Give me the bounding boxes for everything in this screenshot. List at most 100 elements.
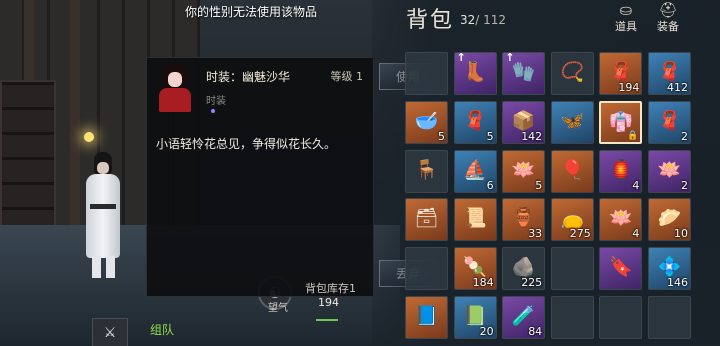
seal-icon: 📗 bbox=[463, 305, 487, 327]
bag-slot[interactable]: 🥣 5 bbox=[405, 100, 448, 144]
bag-slot[interactable] bbox=[599, 296, 643, 339]
item-description: 小语轻怜花总见，争得似花长久。 bbox=[156, 137, 337, 151]
stock-label: 背包库存1 bbox=[305, 282, 356, 295]
bag-slot[interactable]: 🧣 194 bbox=[599, 52, 643, 95]
cloth-icon: 🧣 bbox=[657, 109, 682, 132]
tab-equipment-label: 装备 bbox=[657, 20, 679, 33]
chair-icon: 🪑 bbox=[414, 158, 439, 181]
item-portrait-icon bbox=[155, 64, 195, 112]
bag-slot[interactable]: 👢 ↑ bbox=[453, 52, 497, 95]
slot-count: 142 bbox=[521, 129, 543, 143]
box-icon: 🗃 bbox=[414, 207, 439, 230]
lotus-icon: 🪷 bbox=[657, 158, 682, 181]
slot-count: 5 bbox=[535, 178, 543, 192]
bag-slot[interactable] bbox=[405, 247, 448, 291]
bag-slot[interactable]: 🧣 5 bbox=[453, 100, 497, 144]
helmet-icon: ⛑ bbox=[658, 1, 678, 19]
bag-slot[interactable]: 📿 bbox=[550, 52, 594, 95]
slot-count: 275 bbox=[569, 227, 591, 241]
bag-slot[interactable]: 🧣 2 bbox=[648, 100, 691, 144]
bag-capacity: 32/ 112 bbox=[460, 13, 506, 27]
slot-count: 2 bbox=[681, 178, 688, 192]
upgrade-arrow-icon: ↑ bbox=[456, 52, 466, 64]
necklace-icon: 📿 bbox=[560, 61, 585, 83]
bag-slot[interactable]: 🧣 412 bbox=[648, 52, 691, 95]
bag-slot[interactable]: 📗 20 bbox=[453, 296, 497, 339]
bag-slot[interactable]: 🧪 84 bbox=[502, 296, 546, 339]
bag-slot[interactable]: 🏮 4 bbox=[599, 149, 643, 193]
wooden-cabinet bbox=[0, 80, 56, 234]
bottle-icon: 🧪 bbox=[511, 305, 536, 327]
tab-items-label: 道具 bbox=[615, 20, 637, 33]
slot-count: 5 bbox=[438, 129, 445, 143]
team-icon[interactable]: ⚔ bbox=[92, 318, 128, 346]
bag-slot[interactable]: 🪑 bbox=[405, 149, 448, 193]
slot-count: 184 bbox=[472, 276, 494, 290]
bag-slot[interactable]: 🦋 bbox=[550, 100, 594, 144]
slot-count: 194 bbox=[618, 81, 640, 94]
tab-items[interactable]: ⛀ 道具 bbox=[609, 2, 643, 36]
slot-count: 84 bbox=[528, 325, 543, 338]
bag-slot[interactable]: 📜 bbox=[453, 198, 497, 242]
slot-count: 33 bbox=[528, 227, 543, 241]
bag-slot[interactable] bbox=[550, 247, 594, 291]
bag-slot[interactable] bbox=[648, 296, 691, 339]
bound-icon: 🔒 bbox=[627, 130, 639, 141]
slot-count: 4 bbox=[632, 227, 640, 241]
bag-slot[interactable]: 👝 275 bbox=[550, 198, 594, 242]
vase-icon: 🏺 bbox=[511, 207, 536, 230]
upgrade-arrow-icon: ↑ bbox=[505, 52, 515, 64]
bag-slot[interactable]: 🎈 bbox=[550, 149, 594, 193]
bag-slot[interactable]: 👘 🔒 bbox=[599, 100, 643, 144]
bag-slot[interactable]: 💠 146 bbox=[648, 247, 691, 291]
lotus-icon: 🪷 bbox=[609, 207, 633, 230]
item-tooltip: 时装：幽魅沙华 等级 1 时装 小语轻怜花总见，争得似花长久。 背包库存1 bbox=[146, 57, 374, 297]
cloth-icon: 🧣 bbox=[609, 61, 633, 83]
jade-icon: 💠 bbox=[657, 256, 682, 279]
slot-count: 146 bbox=[667, 276, 688, 290]
bag-slot[interactable]: 🥟 10 bbox=[648, 198, 691, 242]
bag-slot[interactable]: 🧤 ↑ bbox=[502, 52, 546, 95]
lotus-icon: 🪷 bbox=[511, 158, 536, 181]
food-icon: 🍡 bbox=[463, 256, 487, 279]
portrait-icon: 👘 bbox=[609, 110, 633, 133]
lantern-table-icon: 🏮 bbox=[609, 158, 633, 181]
cloth-icon: 🧣 bbox=[463, 109, 487, 132]
bag-slot[interactable] bbox=[550, 296, 594, 339]
bag-slot[interactable]: 🪷 4 bbox=[599, 198, 643, 242]
bag-slot[interactable]: ⛵ 6 bbox=[453, 149, 497, 193]
bag-slot[interactable]: 📦 142 bbox=[502, 100, 546, 144]
balloon-icon: 🎈 bbox=[560, 158, 585, 181]
talisman-icon: 🔖 bbox=[609, 256, 633, 279]
bag-slot[interactable]: 🔖 bbox=[599, 247, 643, 291]
tab-equipment[interactable]: ⛑ 装备 bbox=[651, 2, 685, 36]
slot-count: 4 bbox=[632, 178, 640, 192]
slot-count: 20 bbox=[479, 325, 494, 338]
item-name: 时装：幽魅沙华 bbox=[206, 70, 291, 84]
slot-count: 412 bbox=[667, 81, 688, 94]
qi-label: 望气 bbox=[268, 303, 288, 314]
butterfly-icon: 🦋 bbox=[560, 109, 585, 132]
bag-max: / 112 bbox=[475, 13, 507, 27]
team-label[interactable]: 组队 bbox=[150, 321, 174, 338]
bowl-icon: 🥣 bbox=[414, 109, 439, 132]
item-level: 等级 1 bbox=[330, 70, 364, 83]
bag-slot[interactable]: 🍡 184 bbox=[453, 247, 497, 291]
bag-slot[interactable]: 📘 bbox=[405, 296, 448, 339]
slot-count: 5 bbox=[486, 129, 494, 143]
stock-value: 194 bbox=[318, 296, 339, 309]
slot-count: 225 bbox=[521, 276, 543, 290]
bag-slot[interactable] bbox=[405, 52, 448, 95]
bag-slot[interactable]: 🗃 bbox=[405, 198, 448, 242]
bag-slot[interactable]: 🪨 225 bbox=[502, 247, 546, 291]
bag-slot[interactable]: 🪷 5 bbox=[502, 149, 546, 193]
player-character[interactable] bbox=[80, 152, 128, 280]
system-notice: 你的性别无法使用该物品 bbox=[185, 5, 318, 19]
bag-slot[interactable]: 🏺 33 bbox=[502, 198, 546, 242]
book-icon: 📘 bbox=[414, 305, 439, 327]
bag-slot[interactable]: 🪷 2 bbox=[648, 149, 691, 193]
boat-icon: ⛵ bbox=[463, 158, 487, 181]
bag-title: 背包 bbox=[406, 8, 455, 33]
stock-bar bbox=[316, 319, 338, 321]
pouch-icon: 👝 bbox=[560, 207, 585, 230]
